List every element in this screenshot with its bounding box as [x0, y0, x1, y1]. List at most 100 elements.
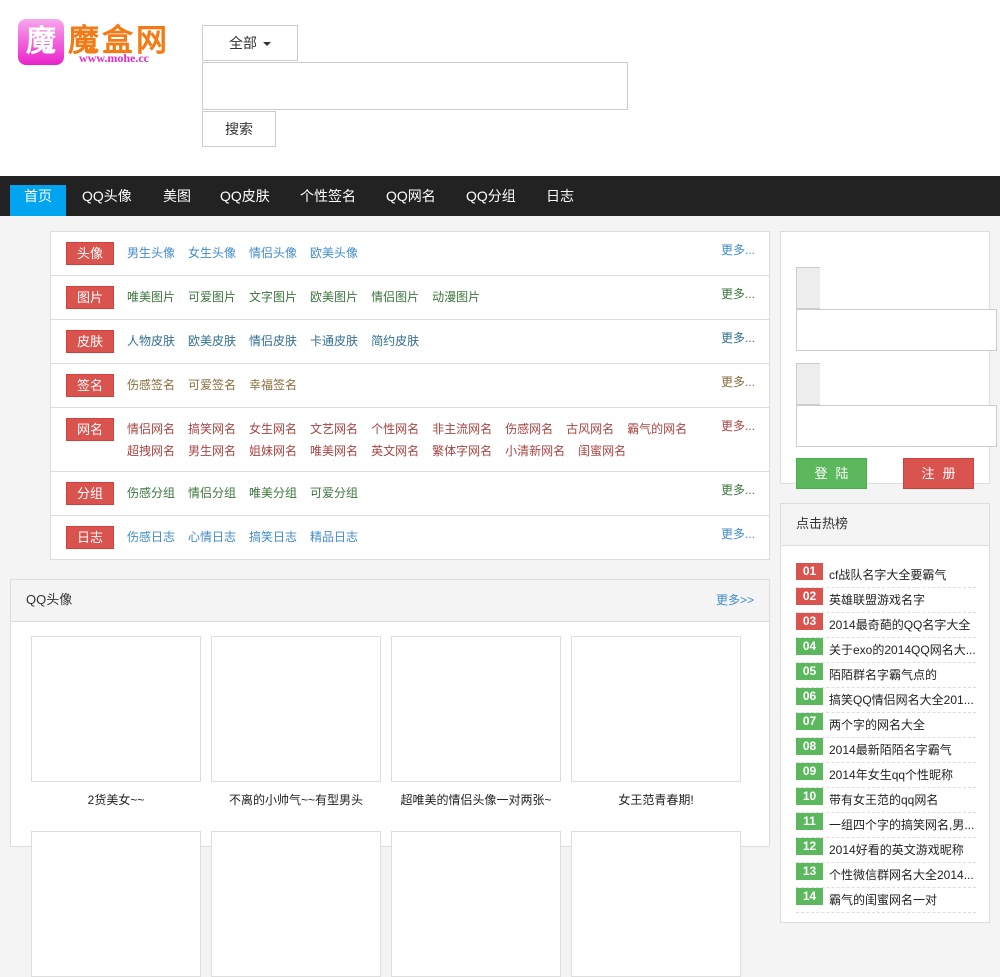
avatar-thumbnail[interactable]	[211, 831, 381, 977]
hot-list-item[interactable]: 12 2014好看的英文游戏昵称	[796, 838, 976, 863]
category-link[interactable]: 幸福签名	[249, 378, 297, 392]
category-link[interactable]: 情侣网名	[127, 422, 175, 436]
category-link[interactable]: 人物皮肤	[127, 334, 175, 348]
category-link[interactable]: 霸气的网名	[627, 422, 687, 436]
category-link[interactable]: 情侣分组	[188, 486, 236, 500]
username-input[interactable]	[796, 309, 997, 351]
hot-item-title[interactable]: 两个字的网名大全	[829, 716, 976, 733]
category-link[interactable]: 姐妹网名	[249, 444, 297, 458]
category-link[interactable]: 闺蜜网名	[578, 444, 626, 458]
category-link[interactable]: 心情日志	[188, 530, 236, 544]
avatar-thumbnail[interactable]	[571, 636, 741, 782]
category-link[interactable]: 唯美网名	[310, 444, 358, 458]
hot-list-item[interactable]: 13 个性微信群网名大全2014...	[796, 863, 976, 888]
category-link[interactable]: 欧美皮肤	[188, 334, 236, 348]
hot-list-item[interactable]: 07 两个字的网名大全	[796, 713, 976, 738]
hot-list-item[interactable]: 05 陌陌群名字霸气点的	[796, 663, 976, 688]
category-more-link[interactable]: 更多...	[721, 241, 755, 258]
hot-item-title[interactable]: 2014年女生qq个性昵称	[829, 766, 976, 783]
hot-item-title[interactable]: 2014好看的英文游戏昵称	[829, 841, 976, 858]
category-link[interactable]: 可爱图片	[188, 290, 236, 304]
category-link[interactable]: 男生头像	[127, 246, 175, 260]
hot-item-title[interactable]: 带有女王范的qq网名	[829, 791, 976, 808]
category-link[interactable]: 伤感签名	[127, 378, 175, 392]
category-link[interactable]: 搞笑日志	[249, 530, 297, 544]
login-button[interactable]: 登陆	[796, 458, 867, 489]
category-more-link[interactable]: 更多...	[721, 373, 755, 390]
hot-list-item[interactable]: 04 关于exo的2014QQ网名大...	[796, 638, 976, 663]
category-more-link[interactable]: 更多...	[721, 285, 755, 302]
nav-item[interactable]: 美图	[149, 185, 205, 216]
hot-item-title[interactable]: 个性微信群网名大全2014...	[829, 866, 976, 883]
category-link[interactable]: 唯美分组	[249, 486, 297, 500]
nav-item[interactable]: QQ皮肤	[206, 185, 284, 216]
nav-item[interactable]: 首页	[10, 185, 66, 216]
category-link[interactable]: 可爱分组	[310, 486, 358, 500]
category-link[interactable]: 精品日志	[310, 530, 358, 544]
avatar-thumbnail[interactable]	[391, 636, 561, 782]
hot-item-title[interactable]: 一组四个字的搞笑网名,男...	[829, 816, 976, 833]
search-scope-dropdown[interactable]: 全部	[202, 25, 298, 61]
avatar-thumbnail[interactable]	[391, 831, 561, 977]
avatar-caption[interactable]: 超唯美的情侣头像一对两张~	[391, 791, 561, 808]
avatar-caption[interactable]: 不离的小帅气~~有型男头	[211, 791, 381, 808]
category-link[interactable]: 男生网名	[188, 444, 236, 458]
category-more-link[interactable]: 更多...	[721, 525, 755, 542]
avatar-caption[interactable]: 女王范青春期!	[571, 791, 741, 808]
avatar-thumbnail[interactable]	[211, 636, 381, 782]
category-link[interactable]: 搞笑网名	[188, 422, 236, 436]
hot-list-item[interactable]: 01 cf战队名字大全要霸气	[796, 563, 976, 588]
avatar-thumbnail[interactable]	[571, 831, 741, 977]
category-link[interactable]: 英文网名	[371, 444, 419, 458]
category-link[interactable]: 个性网名	[371, 422, 419, 436]
hot-item-title[interactable]: 2014最奇葩的QQ名字大全	[829, 616, 976, 633]
hot-list-item[interactable]: 11 一组四个字的搞笑网名,男...	[796, 813, 976, 838]
category-link[interactable]: 小清新网名	[505, 444, 565, 458]
category-link[interactable]: 非主流网名	[432, 422, 492, 436]
nav-item[interactable]: QQ网名	[372, 185, 450, 216]
category-link[interactable]: 超拽网名	[127, 444, 175, 458]
avatar-thumbnail[interactable]	[31, 831, 201, 977]
password-input[interactable]	[796, 405, 997, 447]
category-link[interactable]: 伤感日志	[127, 530, 175, 544]
category-more-link[interactable]: 更多...	[721, 481, 755, 498]
hot-list-item[interactable]: 10 带有女王范的qq网名	[796, 788, 976, 813]
category-link[interactable]: 伤感分组	[127, 486, 175, 500]
category-link[interactable]: 伤感网名	[505, 422, 553, 436]
category-link[interactable]: 卡通皮肤	[310, 334, 358, 348]
hot-list-item[interactable]: 08 2014最新陌陌名字霸气	[796, 738, 976, 763]
avatar-caption[interactable]: 2货美女~~	[31, 791, 201, 808]
category-link[interactable]: 可爱签名	[188, 378, 236, 392]
search-button[interactable]: 搜索	[202, 111, 276, 147]
hot-item-title[interactable]: 霸气的闺蜜网名一对	[829, 891, 976, 908]
category-link[interactable]: 文艺网名	[310, 422, 358, 436]
hot-item-title[interactable]: 2014最新陌陌名字霸气	[829, 741, 976, 758]
nav-item[interactable]: 日志	[532, 185, 588, 216]
search-input[interactable]	[202, 62, 628, 110]
qq-panel-more-link[interactable]: 更多>>	[716, 591, 754, 608]
category-link[interactable]: 情侣图片	[371, 290, 419, 304]
category-link[interactable]: 唯美图片	[127, 290, 175, 304]
hot-list-item[interactable]: 06 搞笑QQ情侣网名大全201...	[796, 688, 976, 713]
category-link[interactable]: 女生网名	[249, 422, 297, 436]
hot-item-title[interactable]: 英雄联盟游戏名字	[829, 591, 976, 608]
hot-list-item[interactable]: 09 2014年女生qq个性昵称	[796, 763, 976, 788]
register-button[interactable]: 注册	[903, 458, 974, 489]
category-link[interactable]: 动漫图片	[432, 290, 480, 304]
avatar-thumbnail[interactable]	[31, 636, 201, 782]
hot-list-item[interactable]: 03 2014最奇葩的QQ名字大全	[796, 613, 976, 638]
hot-item-title[interactable]: cf战队名字大全要霸气	[829, 566, 976, 583]
hot-item-title[interactable]: 陌陌群名字霸气点的	[829, 666, 976, 683]
category-link[interactable]: 情侣皮肤	[249, 334, 297, 348]
category-link[interactable]: 女生头像	[188, 246, 236, 260]
category-link[interactable]: 情侣头像	[249, 246, 297, 260]
category-more-link[interactable]: 更多...	[721, 417, 755, 434]
category-link[interactable]: 欧美头像	[310, 246, 358, 260]
hot-item-title[interactable]: 搞笑QQ情侣网名大全201...	[829, 691, 976, 708]
category-link[interactable]: 古风网名	[566, 422, 614, 436]
hot-list-item[interactable]: 02 英雄联盟游戏名字	[796, 588, 976, 613]
category-link[interactable]: 简约皮肤	[371, 334, 419, 348]
category-link[interactable]: 繁体字网名	[432, 444, 492, 458]
site-logo[interactable]: 魔 魔盒网 www.mohe.cc	[18, 19, 178, 67]
nav-item[interactable]: QQ分组	[452, 185, 530, 216]
